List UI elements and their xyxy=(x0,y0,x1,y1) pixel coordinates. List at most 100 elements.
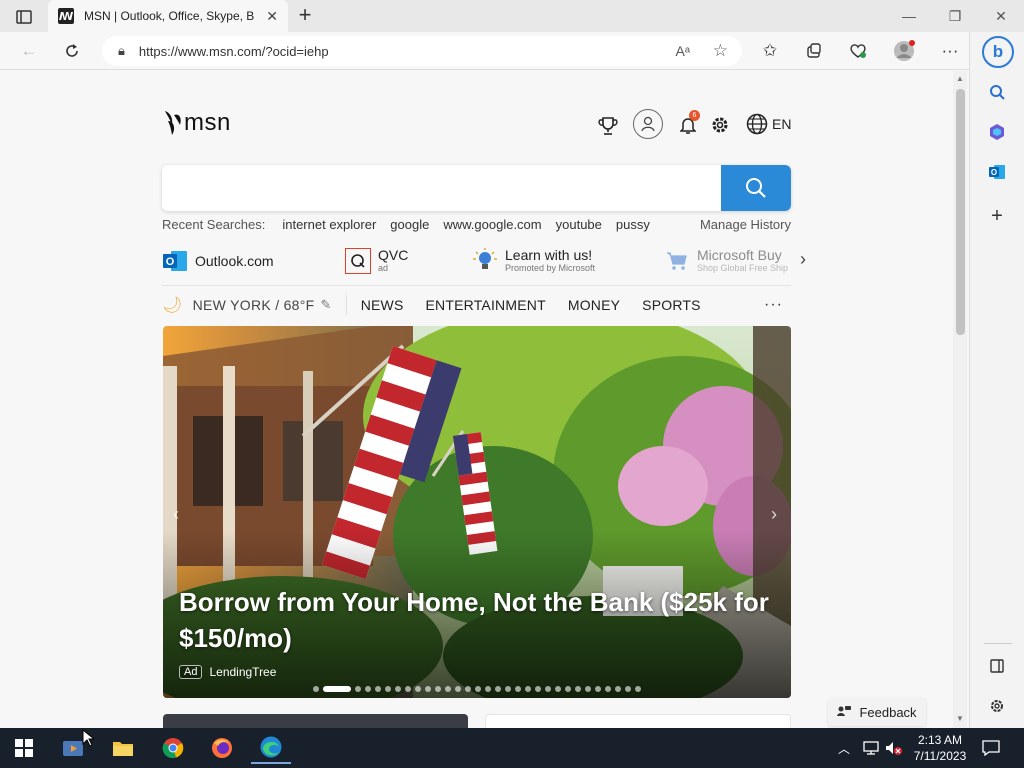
action-center-notification-icon[interactable] xyxy=(982,728,1000,768)
new-tab-button[interactable]: + xyxy=(294,4,316,27)
notifications-bell-icon[interactable]: 6 xyxy=(680,110,700,134)
carousel-dot-active[interactable] xyxy=(323,686,351,692)
carousel-dot[interactable] xyxy=(605,686,611,692)
edge-taskbar-icon[interactable] xyxy=(251,732,291,764)
carousel-dot[interactable] xyxy=(615,686,621,692)
nav-item-entertainment[interactable]: ENTERTAINMENT xyxy=(426,297,546,313)
search-sidebar-icon[interactable] xyxy=(984,79,1010,105)
hero-headline[interactable]: Borrow from Your Home, Not the Bank ($25… xyxy=(179,584,779,656)
outlook-icon[interactable]: O xyxy=(984,159,1010,185)
carousel-dot[interactable] xyxy=(515,686,521,692)
nav-more-icon[interactable]: ··· xyxy=(764,296,783,314)
carousel-dot[interactable] xyxy=(635,686,641,692)
firefox-taskbar-icon[interactable] xyxy=(202,732,242,764)
carousel-dot[interactable] xyxy=(535,686,541,692)
recent-search-term[interactable]: google xyxy=(390,217,429,232)
recent-search-term[interactable]: internet explorer xyxy=(282,217,376,232)
chrome-taskbar-icon[interactable] xyxy=(153,732,193,764)
carousel-dot[interactable] xyxy=(385,686,391,692)
settings-gear-icon[interactable] xyxy=(710,115,730,135)
carousel-dot[interactable] xyxy=(595,686,601,692)
search-submit-button[interactable] xyxy=(721,165,791,211)
carousel-dot[interactable] xyxy=(365,686,371,692)
hide-sidebar-icon[interactable] xyxy=(984,653,1010,679)
volume-muted-icon[interactable] xyxy=(885,728,903,768)
start-button[interactable] xyxy=(4,732,44,764)
address-bar[interactable]: 🔒︎ Aᵃ ☆ xyxy=(102,36,742,66)
carousel-dot[interactable] xyxy=(415,686,421,692)
network-icon[interactable] xyxy=(862,728,880,768)
carousel-dot[interactable] xyxy=(435,686,441,692)
carousel-dot[interactable] xyxy=(425,686,431,692)
profile-avatar[interactable] xyxy=(889,36,919,66)
lock-icon[interactable]: 🔒︎ xyxy=(118,43,125,59)
sidebar-settings-gear-icon[interactable] xyxy=(984,693,1010,719)
web-search-input[interactable] xyxy=(176,177,716,199)
carousel-dot[interactable] xyxy=(405,686,411,692)
weather-widget[interactable]: 🌙︎ NEW YORK / 68°F ✎ xyxy=(162,295,332,315)
favorite-star-icon[interactable]: ☆ xyxy=(713,41,728,61)
restore-button[interactable]: ❐ xyxy=(932,0,978,32)
bing-chat-icon[interactable]: b xyxy=(982,36,1014,68)
news-card-preview[interactable] xyxy=(163,714,468,728)
manage-history-link[interactable]: Manage History xyxy=(700,217,791,232)
quicklinks-next-chevron-icon[interactable]: › xyxy=(800,249,806,270)
minimize-button[interactable]: — xyxy=(886,0,932,32)
add-sidebar-app-icon[interactable]: + xyxy=(984,203,1010,229)
refresh-button[interactable] xyxy=(57,36,87,66)
carousel-dot[interactable] xyxy=(313,686,319,692)
url-input[interactable] xyxy=(138,43,639,59)
carousel-dot[interactable] xyxy=(485,686,491,692)
carousel-dot[interactable] xyxy=(585,686,591,692)
page-scrollbar[interactable]: ▲ ▼ xyxy=(953,71,967,728)
close-window-button[interactable]: ✕ xyxy=(978,0,1024,32)
scrollbar-thumb[interactable] xyxy=(956,89,965,335)
back-button[interactable]: ← xyxy=(14,36,44,66)
nav-item-news[interactable]: NEWS xyxy=(361,297,404,313)
tab-actions-button[interactable] xyxy=(10,7,38,27)
favorites-button[interactable]: ✩ xyxy=(755,36,785,66)
carousel-next-chevron-icon[interactable]: › xyxy=(771,504,777,525)
quicklink-qvc[interactable]: QVC ad xyxy=(345,243,408,279)
carousel-dot[interactable] xyxy=(575,686,581,692)
file-explorer-taskbar-icon[interactable] xyxy=(103,732,143,764)
quicklink-learn[interactable]: Learn with us! Promoted by Microsoft xyxy=(472,243,595,279)
carousel-dot[interactable] xyxy=(445,686,451,692)
rewards-trophy-icon[interactable] xyxy=(598,116,618,136)
recent-search-term[interactable]: pussy xyxy=(616,217,650,232)
recent-search-term[interactable]: www.google.com xyxy=(443,217,541,232)
close-tab-icon[interactable]: ✕ xyxy=(266,8,278,25)
recent-search-term[interactable]: youtube xyxy=(556,217,602,232)
read-aloud-icon[interactable]: Aᵃ xyxy=(675,43,690,59)
collections-icon[interactable] xyxy=(799,36,829,66)
carousel-dot[interactable] xyxy=(545,686,551,692)
scroll-up-arrow-icon[interactable]: ▲ xyxy=(956,74,964,83)
carousel-dot[interactable] xyxy=(555,686,561,692)
language-button[interactable]: EN xyxy=(746,113,791,135)
carousel-prev-chevron-icon[interactable]: ‹ xyxy=(173,504,179,525)
carousel-dot[interactable] xyxy=(495,686,501,692)
browser-essentials-icon[interactable] xyxy=(843,36,873,66)
carousel-dot[interactable] xyxy=(505,686,511,692)
nav-item-sports[interactable]: SPORTS xyxy=(642,297,701,313)
carousel-dot[interactable] xyxy=(375,686,381,692)
quicklink-microsoft-buy[interactable]: Microsoft Buy Shop Global Free Ship xyxy=(664,243,788,279)
carousel-dot[interactable] xyxy=(455,686,461,692)
carousel-dot[interactable] xyxy=(395,686,401,692)
news-card-preview[interactable] xyxy=(485,714,791,728)
browser-tab-msn[interactable]: ꟿ MSN | Outlook, Office, Skype, Bing ✕ xyxy=(48,0,288,32)
edit-location-pencil-icon[interactable]: ✎ xyxy=(321,297,332,313)
settings-more-button[interactable]: ··· xyxy=(935,36,965,66)
carousel-dot[interactable] xyxy=(355,686,361,692)
quicklink-outlook[interactable]: O Outlook.com xyxy=(162,243,274,279)
hero-carousel[interactable]: ‹ › Borrow from Your Home, Not the Bank … xyxy=(163,326,791,698)
nav-item-money[interactable]: MONEY xyxy=(568,297,620,313)
carousel-dot[interactable] xyxy=(525,686,531,692)
carousel-dot[interactable] xyxy=(475,686,481,692)
carousel-dot[interactable] xyxy=(625,686,631,692)
carousel-dot[interactable] xyxy=(465,686,471,692)
feedback-button[interactable]: Feedback xyxy=(828,698,926,726)
office-icon[interactable] xyxy=(984,119,1010,145)
carousel-dot[interactable] xyxy=(565,686,571,692)
show-hidden-icons-chevron-icon[interactable]: ︿ xyxy=(838,728,850,768)
